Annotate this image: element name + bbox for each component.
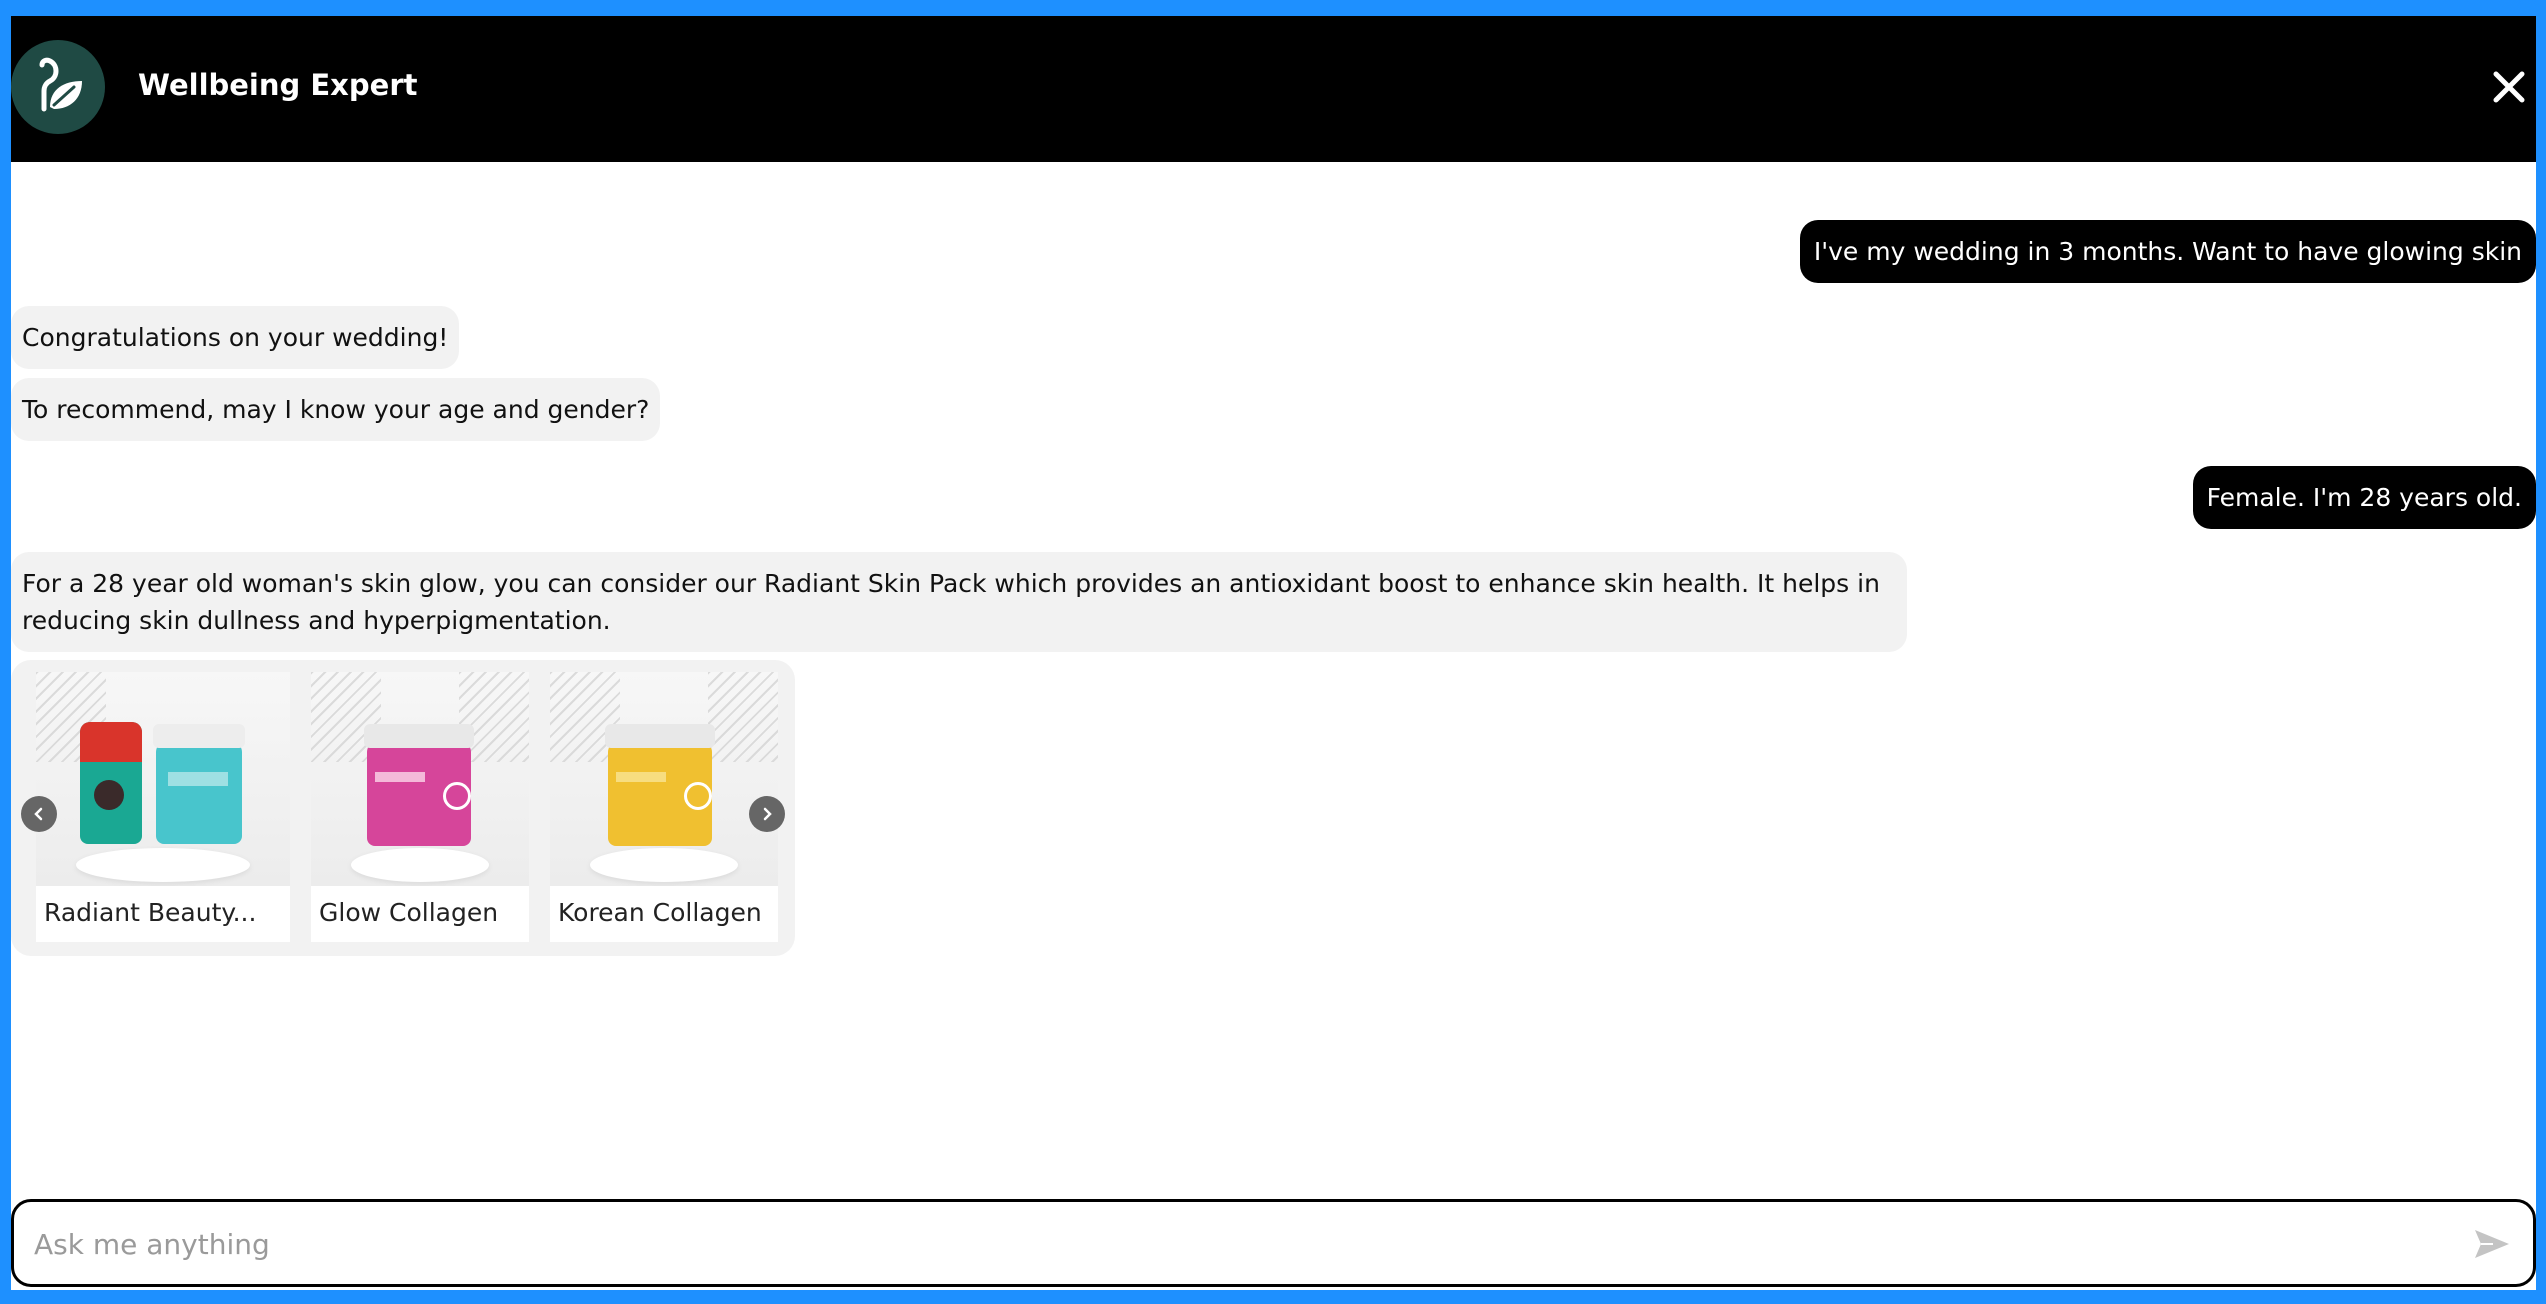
chevron-right-icon <box>763 807 772 821</box>
product-image <box>311 672 529 886</box>
product-image <box>36 672 290 886</box>
bot-message: For a 28 year old woman's skin glow, you… <box>11 552 1907 652</box>
product-card[interactable]: Korean Collagen <box>550 672 778 942</box>
bot-message: Congratulations on your wedding! <box>11 306 460 369</box>
message-input[interactable] <box>32 1220 2436 1268</box>
product-name: Glow Collagen <box>319 898 499 927</box>
leaf-logo-icon <box>11 40 105 134</box>
product-name: Radiant Beauty... <box>44 898 257 927</box>
chat-window: Wellbeing Expert I've my wedding in 3 mo… <box>11 16 2536 1290</box>
user-message: Female. I'm 28 years old. <box>2192 466 2536 529</box>
chat-header: Wellbeing Expert <box>11 16 2536 162</box>
product-card[interactable]: Radiant Beauty... <box>36 672 290 942</box>
product-image <box>550 672 778 886</box>
product-card[interactable]: Glow Collagen <box>311 672 529 942</box>
product-name: Korean Collagen <box>558 898 762 927</box>
bot-message: To recommend, may I know your age and ge… <box>11 378 661 441</box>
user-message: I've my wedding in 3 months. Want to hav… <box>1799 220 2536 283</box>
send-icon[interactable] <box>2473 1228 2511 1260</box>
carousel-next-button[interactable] <box>749 796 785 832</box>
product-carousel: Radiant Beauty... Glow Collagen Korean C… <box>11 660 795 956</box>
chevron-left-icon <box>34 807 43 821</box>
carousel-prev-button[interactable] <box>21 796 57 832</box>
close-icon[interactable] <box>2488 66 2530 108</box>
message-input-bar <box>11 1199 2536 1287</box>
chat-title: Wellbeing Expert <box>138 68 418 102</box>
